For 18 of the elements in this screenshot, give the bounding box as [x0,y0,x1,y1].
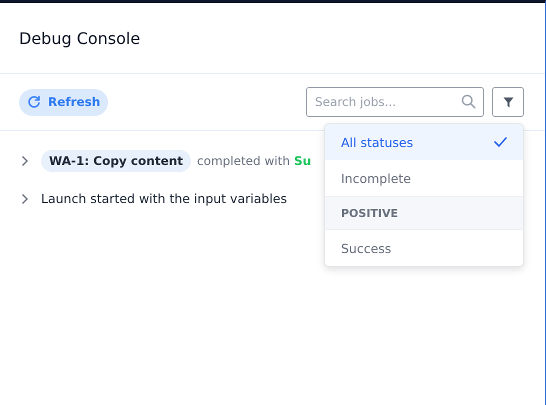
chevron-icon[interactable] [21,192,29,204]
menu-item[interactable]: All statuses [325,124,523,160]
refresh-icon [27,95,41,109]
check-icon [494,137,507,147]
filter-icon [502,96,514,108]
log-text: Launch started with the input variables [41,191,287,206]
chevron-icon[interactable] [21,154,29,166]
status-text: Su [294,154,312,168]
menu-group-header: POSITIVE [325,196,523,230]
log-text: completed with [197,154,290,168]
window-title: Debug Console [19,28,140,48]
filter-button[interactable] [492,87,524,117]
refresh-button[interactable]: Refresh [19,88,108,116]
job-tag: WA-1: Copy content [41,150,191,172]
search-icon [461,94,476,109]
menu-item[interactable]: Incomplete [325,160,523,196]
menu-item[interactable]: Success [325,230,523,266]
search-field[interactable]: Search jobs... [306,87,484,117]
